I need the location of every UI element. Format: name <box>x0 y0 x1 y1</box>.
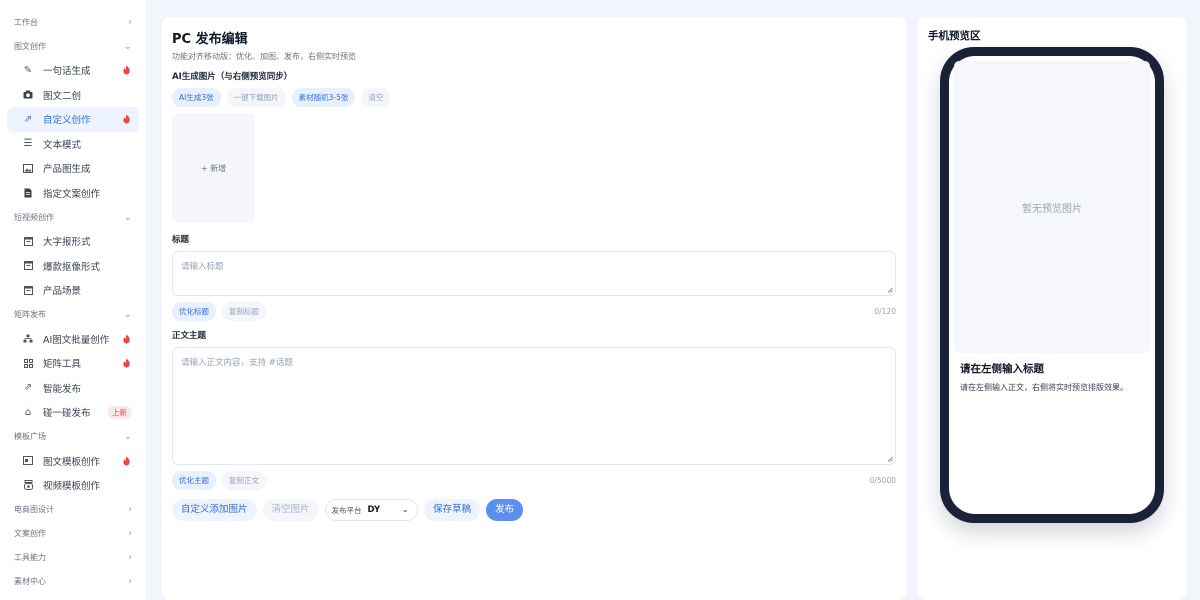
hot-icon <box>123 334 130 343</box>
calendar-icon <box>21 285 35 295</box>
preview-title: 请在左侧输入标题 <box>960 363 1044 375</box>
sidebar-item-smart-publish[interactable]: ⇗ 智能发布 <box>7 376 139 401</box>
sidebar-group-ecommerce[interactable]: 电商图设计 › <box>0 498 146 522</box>
sidebar-item-one-sentence[interactable]: ✎ 一句话生成 <box>7 58 139 83</box>
add-image-tile[interactable]: + 新增 <box>172 113 255 223</box>
video-template-icon <box>21 480 35 491</box>
optimize-topic-button[interactable]: 优化主题 <box>172 471 216 490</box>
title-label: 标题 <box>172 235 190 245</box>
custom-add-image-button[interactable]: 自定义添加图片 <box>172 499 257 521</box>
chevron-right-icon: › <box>128 552 132 563</box>
phone-frame: 暂无预览图片 请在左侧输入标题 请在左侧输入正文，右侧将实时预览排版效果。 <box>940 47 1164 523</box>
sidebar-group-workbench[interactable]: 工作台 › <box>0 10 146 34</box>
sidebar-item-big-poster[interactable]: 大字报形式 <box>7 229 139 254</box>
phone-screen: 暂无预览图片 请在左侧输入标题 请在左侧输入正文，右侧将实时预览排版效果。 <box>949 56 1155 514</box>
action-bar: 自定义添加图片 清空图片 发布平台 DY ⌄ 保存草稿 发布 <box>172 499 896 521</box>
sidebar-item-custom-create[interactable]: ⇗ 自定义创作 <box>7 107 139 132</box>
top-bar <box>147 0 1200 6</box>
hot-icon <box>123 358 130 368</box>
sidebar-item-remix[interactable]: 图文二创 <box>7 83 139 108</box>
publish-button[interactable]: 发布 <box>486 499 524 521</box>
resize-handle-icon[interactable] <box>887 287 893 293</box>
preview-body: 请在左侧输入正文，右侧将实时预览排版效果。 <box>960 383 1128 392</box>
sidebar-item-image-template[interactable]: 图文模板创作 <box>7 449 139 474</box>
sitemap-icon <box>21 334 35 343</box>
chevron-right-icon: › <box>128 16 132 28</box>
clear-images-button[interactable]: 清空图片 <box>262 499 319 521</box>
save-draft-button[interactable]: 保存草稿 <box>424 499 481 521</box>
sidebar-group-matrix[interactable]: 矩阵发布 ⌄ <box>0 303 146 327</box>
chevron-down-icon: ⌄ <box>123 211 132 223</box>
publish-editor-panel: PC 发布编辑 功能对齐移动版：优化、加图、发布，右侧实时预览 AI生成图片（与… <box>162 17 906 600</box>
chevron-right-icon: › <box>128 576 132 587</box>
sidebar-group-templates[interactable]: 模板广场 ⌄ <box>0 425 146 449</box>
body-char-counter: 0/5000 <box>869 476 896 485</box>
preview-image-placeholder: 暂无预览图片 <box>954 61 1150 353</box>
platform-select-value: DY <box>367 505 381 515</box>
chevron-right-icon: › <box>128 528 132 539</box>
body-input[interactable]: 请输入正文内容，支持 #话题 <box>172 347 896 465</box>
title-char-counter: 0/120 <box>874 307 896 316</box>
sidebar-item-cutout[interactable]: 爆款抠像形式 <box>7 254 139 279</box>
camera-icon <box>21 90 35 99</box>
title-tools-row: 优化标题 复制标题 0/120 <box>172 302 896 321</box>
page-title: PC 发布编辑 <box>172 32 248 47</box>
chevron-down-icon: ⌄ <box>123 431 132 442</box>
calendar-icon <box>21 261 35 271</box>
template-icon <box>21 456 35 466</box>
image-icon <box>21 163 35 173</box>
home-icon: ⌂ <box>24 406 32 418</box>
sidebar-group-tools[interactable]: 工具能力 › <box>0 546 146 570</box>
sidebar-group-assets[interactable]: 素材中心 › <box>0 570 146 594</box>
calendar-icon <box>21 236 35 246</box>
sidebar-item-product-scene[interactable]: 产品场景 <box>7 278 139 303</box>
body-label: 正文主题 <box>172 331 207 341</box>
body-tools-row: 优化主题 复制正文 0/5000 <box>172 471 896 490</box>
pencil-icon: ✎ <box>23 64 33 76</box>
sidebar-item-ai-batch[interactable]: AI图文批量创作 <box>7 327 139 352</box>
sidebar-group-short-video[interactable]: 短视频创作 ⌄ <box>0 205 146 229</box>
document-icon: ☰ <box>23 138 33 150</box>
chevron-down-icon: ⌄ <box>401 505 410 515</box>
platform-select-label: 发布平台 <box>331 505 362 515</box>
phone-preview-panel: 手机预览区 暂无预览图片 请在左侧输入标题 请在左侧输入正文，右侧将实时预览排版… <box>918 17 1186 600</box>
ai-image-actions: AI生成3张 一键下载图片 素材随机3-5张 清空 <box>172 88 896 107</box>
chevron-down-icon: ⌄ <box>123 40 132 52</box>
ai-generate-3-button[interactable]: AI生成3张 <box>172 88 221 107</box>
share-arrow-icon: ⇗ <box>23 113 33 125</box>
file-icon <box>21 188 35 198</box>
new-badge: 上新 <box>108 406 131 419</box>
clear-ai-images-button[interactable]: 清空 <box>361 88 391 107</box>
ai-images-label: AI生成图片（与右侧预览同步） <box>172 72 293 82</box>
sidebar-item-product-image[interactable]: 产品图生成 <box>7 156 139 181</box>
title-input[interactable]: 请输入标题 <box>172 251 896 296</box>
hot-icon <box>123 114 130 124</box>
chevron-right-icon: › <box>128 504 132 515</box>
title-placeholder: 请输入标题 <box>181 262 224 272</box>
sidebar-item-matrix-tools[interactable]: 矩阵工具 <box>7 351 139 376</box>
platform-select[interactable]: 发布平台 DY ⌄ <box>324 499 419 521</box>
hot-icon <box>123 456 130 465</box>
hot-icon <box>123 65 130 75</box>
sidebar-group-image-text[interactable]: 图文创作 ⌄ <box>0 34 146 58</box>
share-arrow-icon: ⇗ <box>23 382 33 394</box>
preview-heading: 手机预览区 <box>928 30 981 42</box>
sidebar-item-text-mode[interactable]: ☰ 文本模式 <box>7 132 139 157</box>
copy-title-button[interactable]: 复制标题 <box>222 302 266 321</box>
sidebar: 工作台 › 图文创作 ⌄ ✎ 一句话生成 图文二创 ⇗ 自定义创作 ☰ 文本模式 产品图生… <box>0 0 147 600</box>
download-images-button[interactable]: 一键下载图片 <box>226 88 286 107</box>
chevron-down-icon: ⌄ <box>123 309 132 320</box>
grid-icon <box>21 358 35 368</box>
random-assets-button[interactable]: 素材随机3-5张 <box>291 88 356 107</box>
sidebar-group-copywriting[interactable]: 文案创作 › <box>0 522 146 546</box>
page-subtitle: 功能对齐移动版：优化、加图、发布，右侧实时预览 <box>172 52 356 61</box>
sidebar-item-video-template[interactable]: 视频模板创作 <box>7 473 139 498</box>
body-placeholder: 请输入正文内容，支持 #话题 <box>181 358 293 368</box>
sidebar-item-tap-publish[interactable]: ⌂ 碰一碰发布 上新 <box>7 400 139 425</box>
sidebar-item-specified-copy[interactable]: 指定文案创作 <box>7 181 139 206</box>
copy-body-button[interactable]: 复制正文 <box>222 471 266 490</box>
resize-handle-icon[interactable] <box>887 456 893 462</box>
optimize-title-button[interactable]: 优化标题 <box>172 302 216 321</box>
